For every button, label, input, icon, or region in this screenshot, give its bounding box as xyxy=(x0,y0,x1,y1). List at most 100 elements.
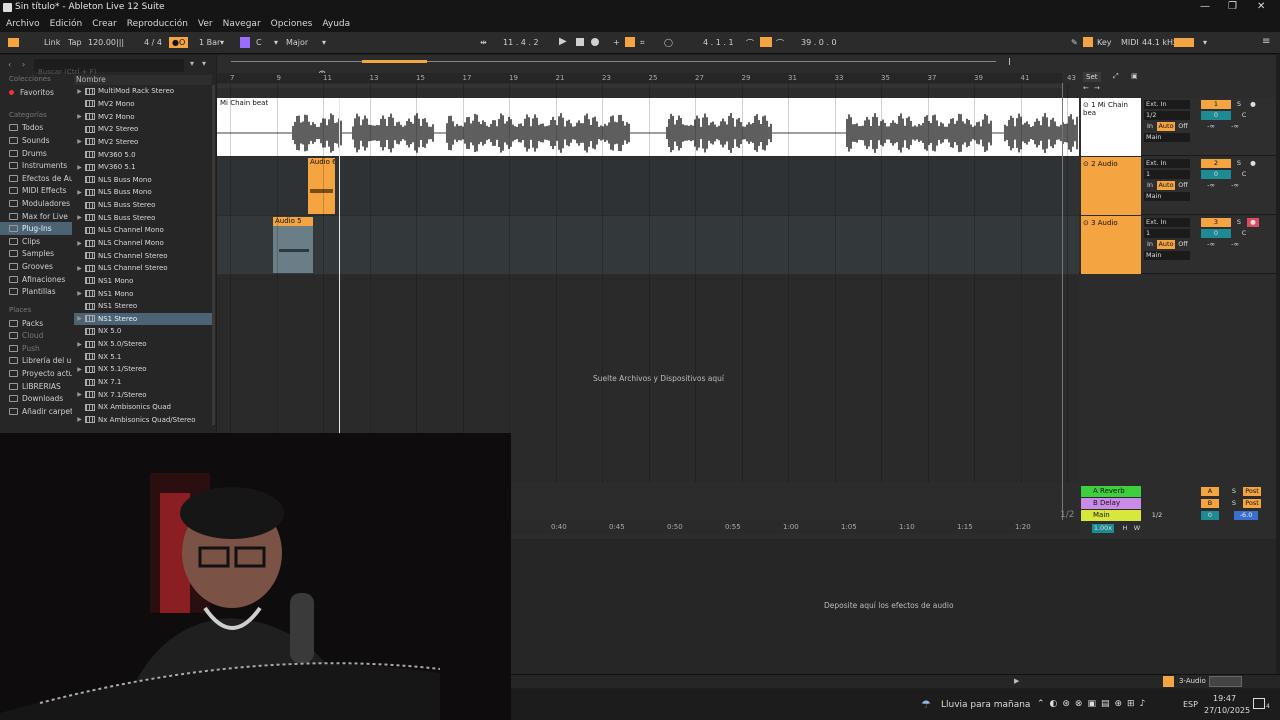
monitor-in[interactable]: In xyxy=(1144,122,1156,131)
nav-right-icon[interactable]: → xyxy=(1094,84,1100,92)
notification-icon[interactable] xyxy=(1253,698,1265,709)
track-number[interactable]: 3 xyxy=(1201,218,1231,227)
w-button[interactable]: W xyxy=(1132,524,1142,533)
volume-field[interactable]: 0 xyxy=(1201,111,1231,120)
name-column-header[interactable]: Nombre xyxy=(74,75,212,85)
arrangement-overview[interactable] xyxy=(231,58,1276,65)
send-a[interactable]: -∞ xyxy=(1201,181,1221,190)
category-item[interactable]: Afinaciones xyxy=(0,273,72,286)
output-select[interactable]: Main xyxy=(1144,251,1190,260)
input-type[interactable]: Ext. In xyxy=(1144,218,1190,227)
beat-ruler[interactable]: 7 9 11 13 15 17 19 21 23 25 27 29 31 33 35 37 39 41 43 xyxy=(217,73,1076,83)
forward-icon[interactable]: › xyxy=(22,60,25,69)
send-a[interactable]: -∞ xyxy=(1201,122,1221,131)
place-item[interactable]: Proyecto actu xyxy=(0,367,72,380)
return-a-solo[interactable]: S xyxy=(1229,487,1239,496)
nav-left-icon[interactable]: ← xyxy=(1083,84,1089,92)
scale-select[interactable]: Major xyxy=(286,38,308,47)
file-row[interactable]: ▶ NX 5.1/Stereo xyxy=(74,363,212,376)
place-item[interactable]: Push xyxy=(0,342,72,355)
draw-mode-icon[interactable]: ✎ xyxy=(1071,38,1078,47)
monitor-in[interactable]: In xyxy=(1144,240,1156,249)
solo-button[interactable]: S xyxy=(1234,218,1244,227)
maximize-button[interactable]: ❐ xyxy=(1228,1,1237,12)
metronome-button[interactable]: ●O xyxy=(169,37,189,48)
play-small-icon[interactable]: ▶ xyxy=(1014,677,1019,685)
main-channel[interactable]: 1/2 xyxy=(1147,511,1167,520)
place-item[interactable]: Downloads xyxy=(0,392,72,405)
volume-field[interactable]: 0 xyxy=(1201,170,1231,179)
file-row[interactable]: ▶ MV360 5.1 xyxy=(74,161,212,174)
zoom-level[interactable]: 1.00x xyxy=(1092,524,1114,533)
input-channel[interactable]: 1 xyxy=(1144,170,1190,179)
loop-length[interactable]: 39 . 0 . 0 xyxy=(801,38,837,47)
automation-arm-icon[interactable] xyxy=(625,37,635,47)
file-row[interactable]: NS1 Mono xyxy=(74,275,212,288)
filter-toggle-icon[interactable]: ▾ xyxy=(202,59,206,68)
place-item[interactable]: Packs xyxy=(0,317,72,330)
device-view[interactable]: Deposite aquí los efectos de audio xyxy=(511,539,1276,674)
arm-button[interactable]: ● xyxy=(1247,218,1259,227)
send-a[interactable]: -∞ xyxy=(1201,240,1221,249)
filter-icon[interactable]: ▾ xyxy=(190,59,194,68)
search-input[interactable]: Buscar (Ctrl + F) xyxy=(34,59,184,76)
file-row[interactable]: NX 7.1 xyxy=(74,376,212,389)
monitor-off[interactable]: Off xyxy=(1176,181,1190,190)
fold-icon[interactable]: ⊙ xyxy=(1083,101,1091,109)
punch-in-icon[interactable]: ⌒ xyxy=(746,38,754,49)
key-select[interactable]: C xyxy=(256,38,262,47)
category-item[interactable]: Sounds xyxy=(0,134,72,147)
file-row[interactable]: MV2 Stereo xyxy=(74,123,212,136)
file-row[interactable]: NX 5.0 xyxy=(74,325,212,338)
clock-time[interactable]: 19:47 xyxy=(1213,694,1236,703)
hamburger-menu-icon[interactable]: ≡ xyxy=(1262,36,1270,47)
expand-arrow-icon[interactable]: ▶ xyxy=(74,290,85,297)
input-type[interactable]: Ext. In xyxy=(1144,100,1190,109)
expand-arrow-icon[interactable]: ▶ xyxy=(74,265,85,272)
category-item[interactable]: Clips xyxy=(0,235,72,248)
category-item[interactable]: Efectos de Au xyxy=(0,172,72,185)
midi-map-button[interactable]: MIDI xyxy=(1121,38,1139,47)
scale-mode-icon[interactable] xyxy=(240,37,250,48)
close-button[interactable]: ✕ xyxy=(1257,1,1265,12)
track-name-2[interactable]: ⊙ 2 Audio xyxy=(1081,157,1141,215)
main-volume[interactable]: 0 xyxy=(1201,511,1219,520)
stop-icon[interactable] xyxy=(576,38,584,46)
track-number[interactable]: 1 xyxy=(1201,100,1231,109)
file-row[interactable]: NS1 Stereo xyxy=(74,300,212,313)
minimize-button[interactable]: — xyxy=(1200,1,1210,12)
place-item[interactable]: Librería del u xyxy=(0,355,72,368)
file-row[interactable]: ▶ NLS Buss Stereo xyxy=(74,211,212,224)
tap-button[interactable]: Tap xyxy=(68,38,82,47)
place-item[interactable]: LIBRERIAS xyxy=(0,380,72,393)
file-row[interactable]: ▶ NX 7.1/Stereo xyxy=(74,388,212,401)
expand-arrow-icon[interactable]: ▶ xyxy=(74,113,85,120)
return-a-post[interactable]: Post xyxy=(1243,487,1261,496)
link-button[interactable]: Link xyxy=(44,38,60,47)
clip-header-1[interactable]: Mi Chain beat xyxy=(220,99,268,107)
favorites-item[interactable]: Favoritos xyxy=(0,86,72,99)
fold-icon[interactable]: ⊙ xyxy=(1083,219,1091,227)
return-b-solo[interactable]: S xyxy=(1229,499,1239,508)
pan-field[interactable]: C xyxy=(1236,229,1252,238)
expand-arrow-icon[interactable]: ▶ xyxy=(74,164,85,171)
category-item[interactable]: Grooves xyxy=(0,260,72,273)
track-header-1[interactable]: ⊙ 1 Mi Chain bea Ext. In 1/2 In Auto Off Main 1… xyxy=(1079,98,1276,156)
expand-arrow-icon[interactable]: ▶ xyxy=(74,138,85,145)
pan-field[interactable]: C xyxy=(1236,170,1252,179)
capture-icon[interactable]: ◯ xyxy=(664,38,673,47)
track-header-3[interactable]: ⊙ 3 Audio Ext. In 1 In Auto Off Main 3 S ● 0 C -∞ -∞ xyxy=(1079,216,1276,274)
arm-button[interactable]: ● xyxy=(1247,159,1259,168)
category-item[interactable]: Plantillas xyxy=(0,285,72,298)
play-icon[interactable]: ▶ xyxy=(559,36,567,47)
file-row[interactable]: NX Ambisonics Quad xyxy=(74,401,212,414)
send-b[interactable]: -∞ xyxy=(1225,240,1245,249)
track-header-2[interactable]: ⊙ 2 Audio Ext. In 1 In Auto Off Main 2 S ● 0 C -∞ -∞ xyxy=(1079,157,1276,215)
expand-arrow-icon[interactable]: ▶ xyxy=(74,416,85,423)
clip-audio-6[interactable] xyxy=(308,167,335,214)
menu-opciones[interactable]: Opciones xyxy=(271,19,313,29)
expand-arrow-icon[interactable]: ▶ xyxy=(74,341,85,348)
monitor-auto[interactable]: Auto xyxy=(1157,240,1175,249)
file-row[interactable]: ▶ NLS Channel Stereo xyxy=(74,262,212,275)
song-position[interactable]: 11 . 4 . 2 xyxy=(503,38,539,47)
